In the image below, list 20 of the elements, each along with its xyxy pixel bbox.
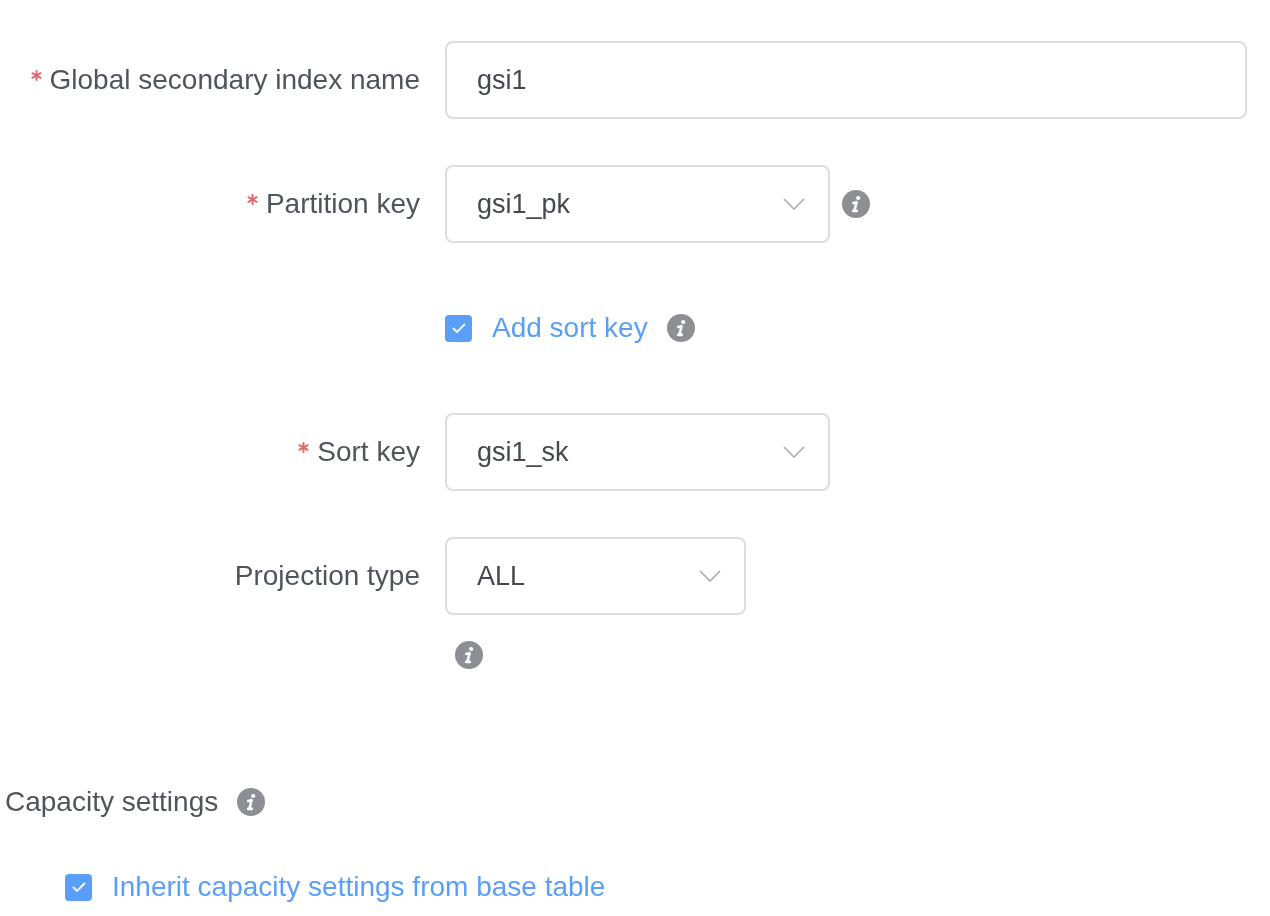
info-icon[interactable] [237,788,266,816]
section-title: Capacity settings [5,786,219,818]
chevron-down-icon [699,570,721,582]
field-label: Projection type [234,560,420,592]
dropdown-select[interactable]: ALL [445,537,746,615]
dropdown-select[interactable]: gsi1_sk [445,413,830,491]
dropdown-select[interactable]: gsi1_pk [445,165,830,243]
chevron-down-icon [783,198,805,210]
check-icon [451,323,466,333]
checkbox[interactable] [65,873,92,901]
field-label: Partition key [265,188,420,220]
checkbox[interactable] [445,314,472,342]
field-label: Sort key [317,436,420,468]
info-icon[interactable] [666,314,695,342]
field-label: Global secondary index name [49,64,420,96]
info-icon[interactable] [455,641,483,669]
check-icon [71,882,86,892]
chevron-down-icon [783,446,805,458]
info-icon[interactable] [842,190,870,218]
text-input[interactable]: gsi1 [445,41,1247,119]
